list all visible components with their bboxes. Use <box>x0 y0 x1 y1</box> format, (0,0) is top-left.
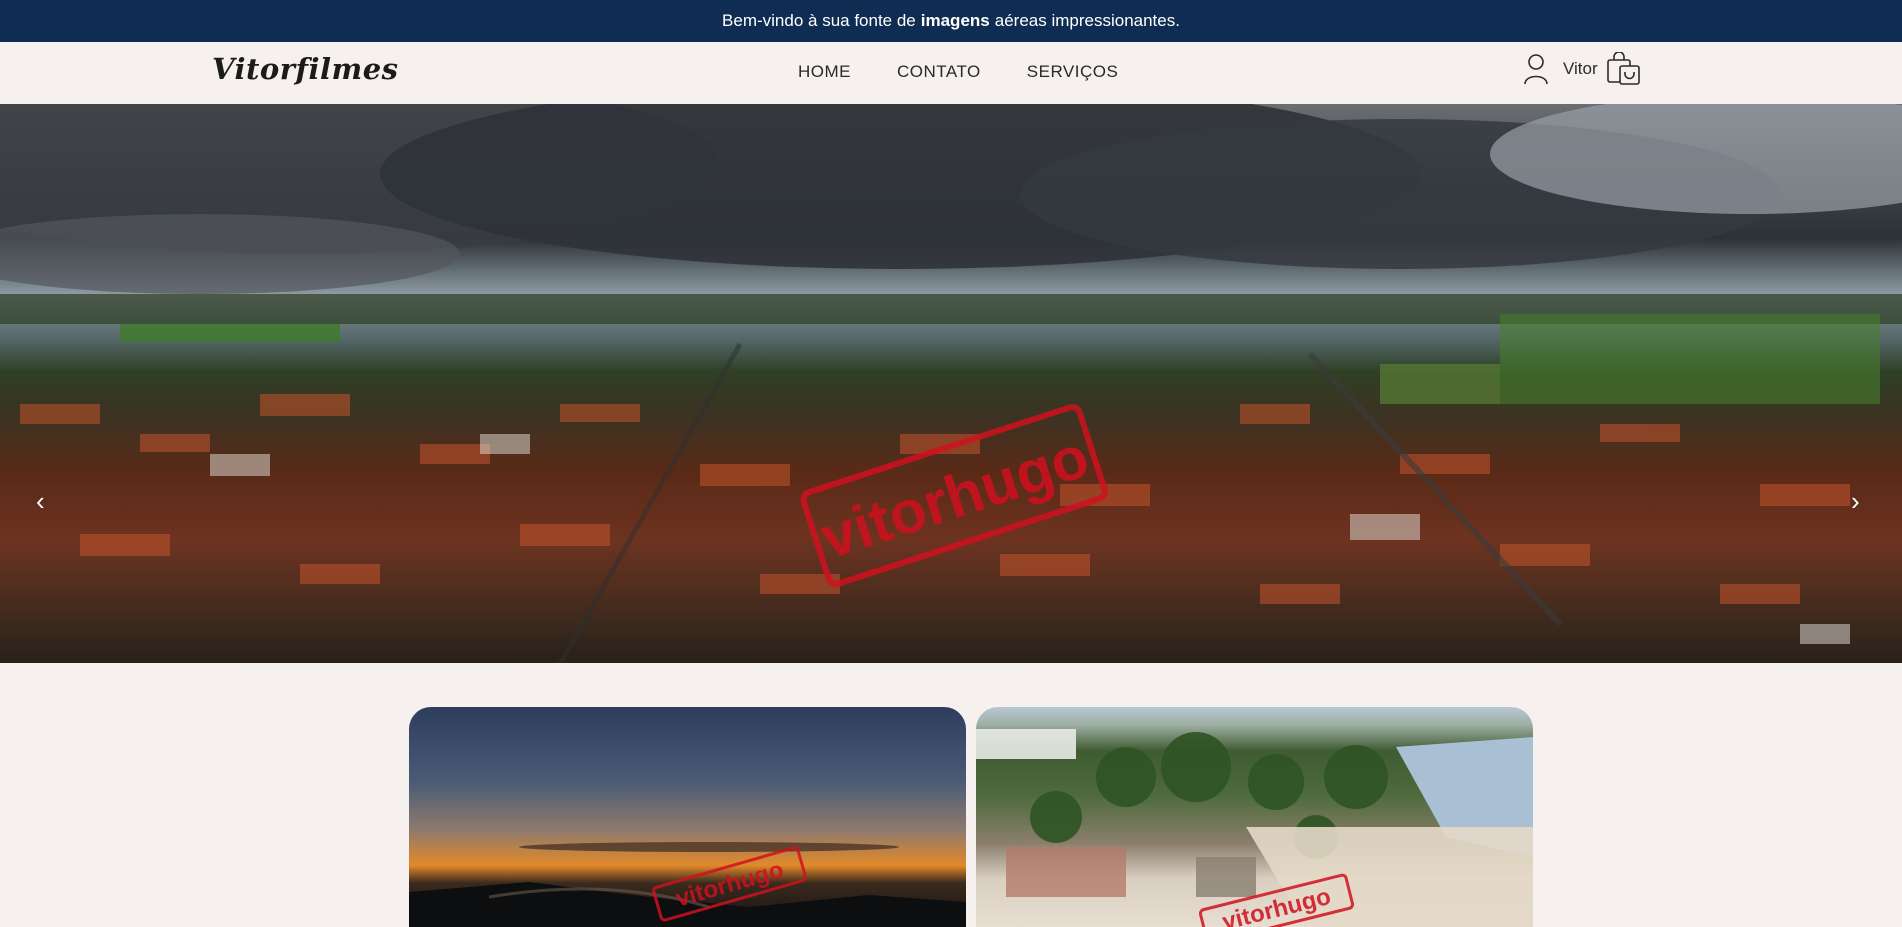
gallery-cards: vitorhugo vitorhugo <box>409 707 1533 927</box>
account-area: Vitor <box>1523 52 1642 86</box>
user-icon[interactable] <box>1523 53 1549 85</box>
user-name[interactable]: Vitor <box>1563 59 1598 79</box>
hero-carousel[interactable]: vitorhugo ‹ › <box>0 104 1902 663</box>
carousel-next-button[interactable]: › <box>1851 486 1860 517</box>
hero-aerial-city-image: vitorhugo <box>0 104 1902 663</box>
gallery-card-lake[interactable]: vitorhugo <box>976 707 1533 927</box>
carousel-prev-button[interactable]: ‹ <box>36 486 45 517</box>
nav-contato[interactable]: CONTATO <box>897 62 981 82</box>
nav-home[interactable]: HOME <box>798 62 851 82</box>
shopping-bag-icon[interactable] <box>1606 52 1642 86</box>
site-header: Vitorfilmes HOME CONTATO SERVIÇOS Vitor <box>0 42 1902 105</box>
lake-image: vitorhugo <box>976 729 1533 927</box>
announcement-text-after: aéreas impressionantes. <box>994 11 1180 30</box>
gallery-card-sunset[interactable]: vitorhugo <box>409 707 966 927</box>
nav-servicos[interactable]: SERVIÇOS <box>1027 62 1119 82</box>
announcement-bar: Bem-vindo à sua fonte de imagens aéreas … <box>0 0 1902 42</box>
main-nav: HOME CONTATO SERVIÇOS <box>798 62 1118 82</box>
site-logo[interactable]: Vitorfilmes <box>212 52 399 86</box>
announcement-text-before: Bem-vindo à sua fonte de <box>722 11 916 30</box>
announcement-text-bold: imagens <box>920 11 990 30</box>
sunset-image: vitorhugo <box>409 842 966 927</box>
